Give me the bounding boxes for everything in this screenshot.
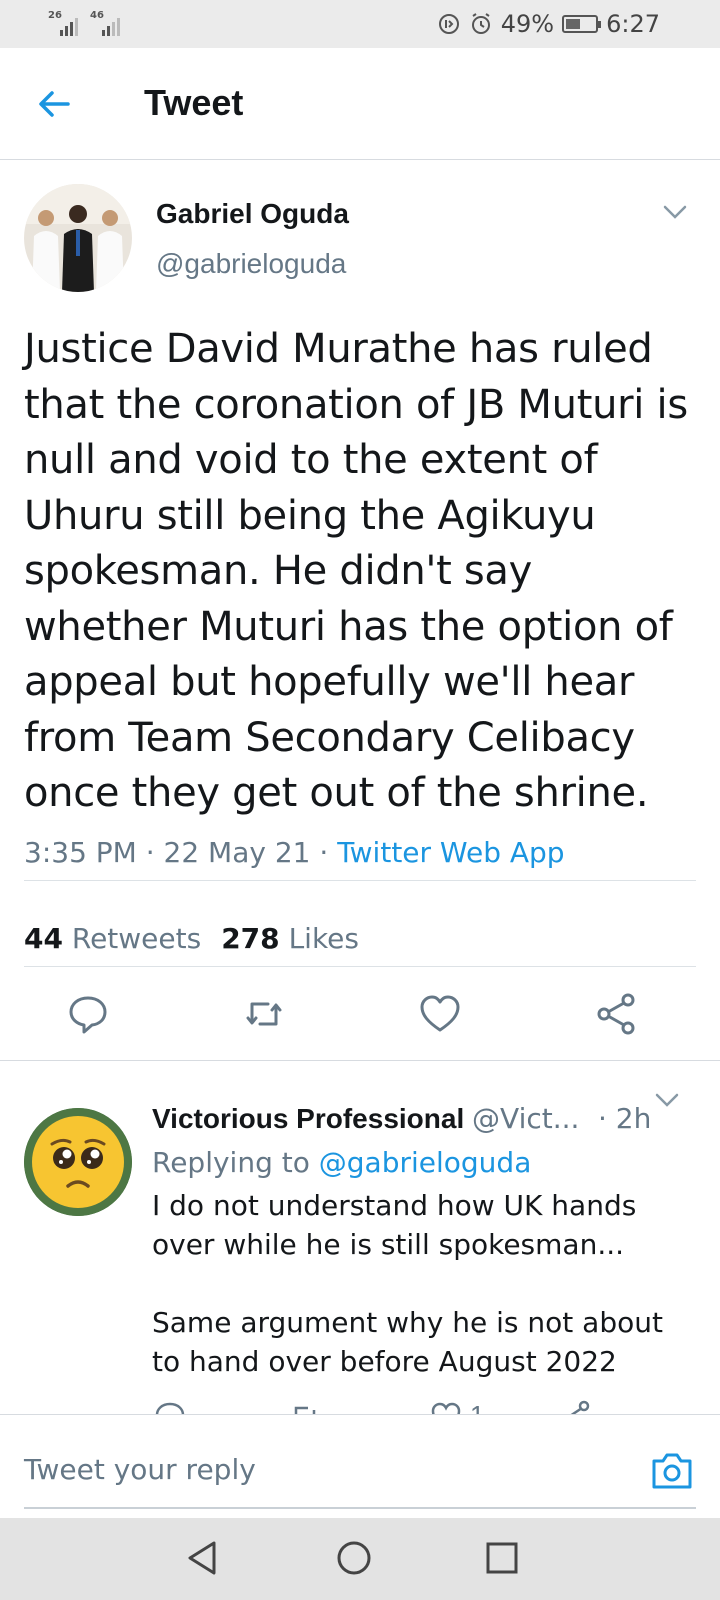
chevron-down-icon[interactable] bbox=[662, 204, 688, 220]
author-handle[interactable]: @gabrieloguda bbox=[156, 248, 346, 280]
reply-share-icon[interactable] bbox=[560, 1400, 592, 1414]
meta-separator: · bbox=[136, 836, 164, 869]
replying-to-link[interactable]: @gabrieloguda bbox=[319, 1146, 532, 1179]
reply-reply-icon[interactable] bbox=[154, 1400, 186, 1414]
battery-icon bbox=[562, 15, 602, 33]
retweets-stat[interactable]: 44 Retweets bbox=[24, 922, 201, 955]
alarm-icon bbox=[471, 13, 490, 34]
back-arrow-icon[interactable] bbox=[34, 84, 74, 124]
clock: 6:27 bbox=[606, 10, 660, 38]
tweet-text: Justice David Murathe has ruled that the… bbox=[24, 326, 688, 816]
reply-chevron-down-icon[interactable] bbox=[654, 1092, 680, 1108]
divider bbox=[24, 880, 696, 881]
likes-stat[interactable]: 278 Likes bbox=[221, 922, 359, 955]
system-nav-bar bbox=[0, 1518, 720, 1600]
nav-home-icon[interactable] bbox=[334, 1538, 374, 1578]
divider bbox=[24, 966, 696, 967]
signal-icon-2: 46 bbox=[90, 10, 124, 36]
like-icon[interactable] bbox=[418, 992, 462, 1036]
meta-separator-2: · bbox=[310, 836, 338, 869]
nav-back-icon[interactable] bbox=[182, 1538, 222, 1578]
share-icon[interactable] bbox=[594, 992, 638, 1036]
likes-count: 278 bbox=[221, 922, 280, 955]
reply-input[interactable]: Tweet your reply bbox=[24, 1453, 256, 1486]
tweet-source[interactable]: Twitter Web App bbox=[337, 836, 564, 869]
reply-like-count: 1 bbox=[470, 1400, 484, 1414]
reply-author-handle[interactable]: @Vict... bbox=[472, 1102, 579, 1135]
battery-percent: 49% bbox=[500, 10, 555, 38]
author-name[interactable]: Gabriel Oguda bbox=[156, 198, 349, 230]
retweets-label: Retweets bbox=[71, 922, 202, 955]
retweet-icon[interactable] bbox=[242, 992, 286, 1036]
reply-paragraph-2: Same argument why he is not about to han… bbox=[152, 1306, 663, 1378]
status-bar: 26 46 49% 6:27 bbox=[0, 0, 720, 48]
tweet-meta: 3:35 PM · 22 May 21 · Twitter Web App bbox=[24, 836, 565, 869]
reply-avatar[interactable] bbox=[24, 1108, 132, 1216]
reply-author-name[interactable]: Victorious Professional bbox=[152, 1103, 464, 1134]
reply-like-icon[interactable] bbox=[430, 1400, 462, 1414]
reply-composer: Tweet your reply bbox=[0, 1414, 720, 1518]
data-saver-icon bbox=[438, 14, 459, 34]
reply-actions-row: 1 bbox=[140, 1400, 680, 1414]
reply-text: I do not understand how UK hands over wh… bbox=[152, 1186, 692, 1381]
avatar-photo bbox=[24, 184, 132, 292]
likes-label: Likes bbox=[288, 922, 359, 955]
pleading-face-emoji-icon bbox=[24, 1108, 132, 1216]
signal-icon: 26 bbox=[48, 10, 82, 36]
camera-icon[interactable] bbox=[650, 1451, 694, 1491]
replying-to: Replying to @gabrieloguda bbox=[152, 1146, 531, 1179]
replying-prefix: Replying to bbox=[152, 1146, 310, 1179]
tweet-date: 22 May 21 bbox=[163, 836, 311, 869]
reply-time: · 2h bbox=[598, 1102, 652, 1135]
reply-paragraph-1: I do not understand how UK hands over wh… bbox=[152, 1189, 637, 1261]
retweets-count: 44 bbox=[24, 922, 63, 955]
avatar[interactable] bbox=[24, 184, 132, 292]
tweet-stats: 44 Retweets 278 Likes bbox=[24, 922, 359, 955]
page-title: Tweet bbox=[144, 82, 244, 123]
reply-icon[interactable] bbox=[66, 992, 110, 1036]
reply-retweet-icon[interactable] bbox=[288, 1400, 320, 1414]
reply-header: Victorious Professional @Vict... bbox=[152, 1102, 668, 1135]
nav-recents-icon[interactable] bbox=[482, 1538, 522, 1578]
section-divider bbox=[0, 1060, 720, 1061]
composer-underline bbox=[24, 1507, 696, 1509]
app-header: Tweet bbox=[0, 48, 720, 160]
tweet-time: 3:35 PM bbox=[24, 836, 137, 869]
